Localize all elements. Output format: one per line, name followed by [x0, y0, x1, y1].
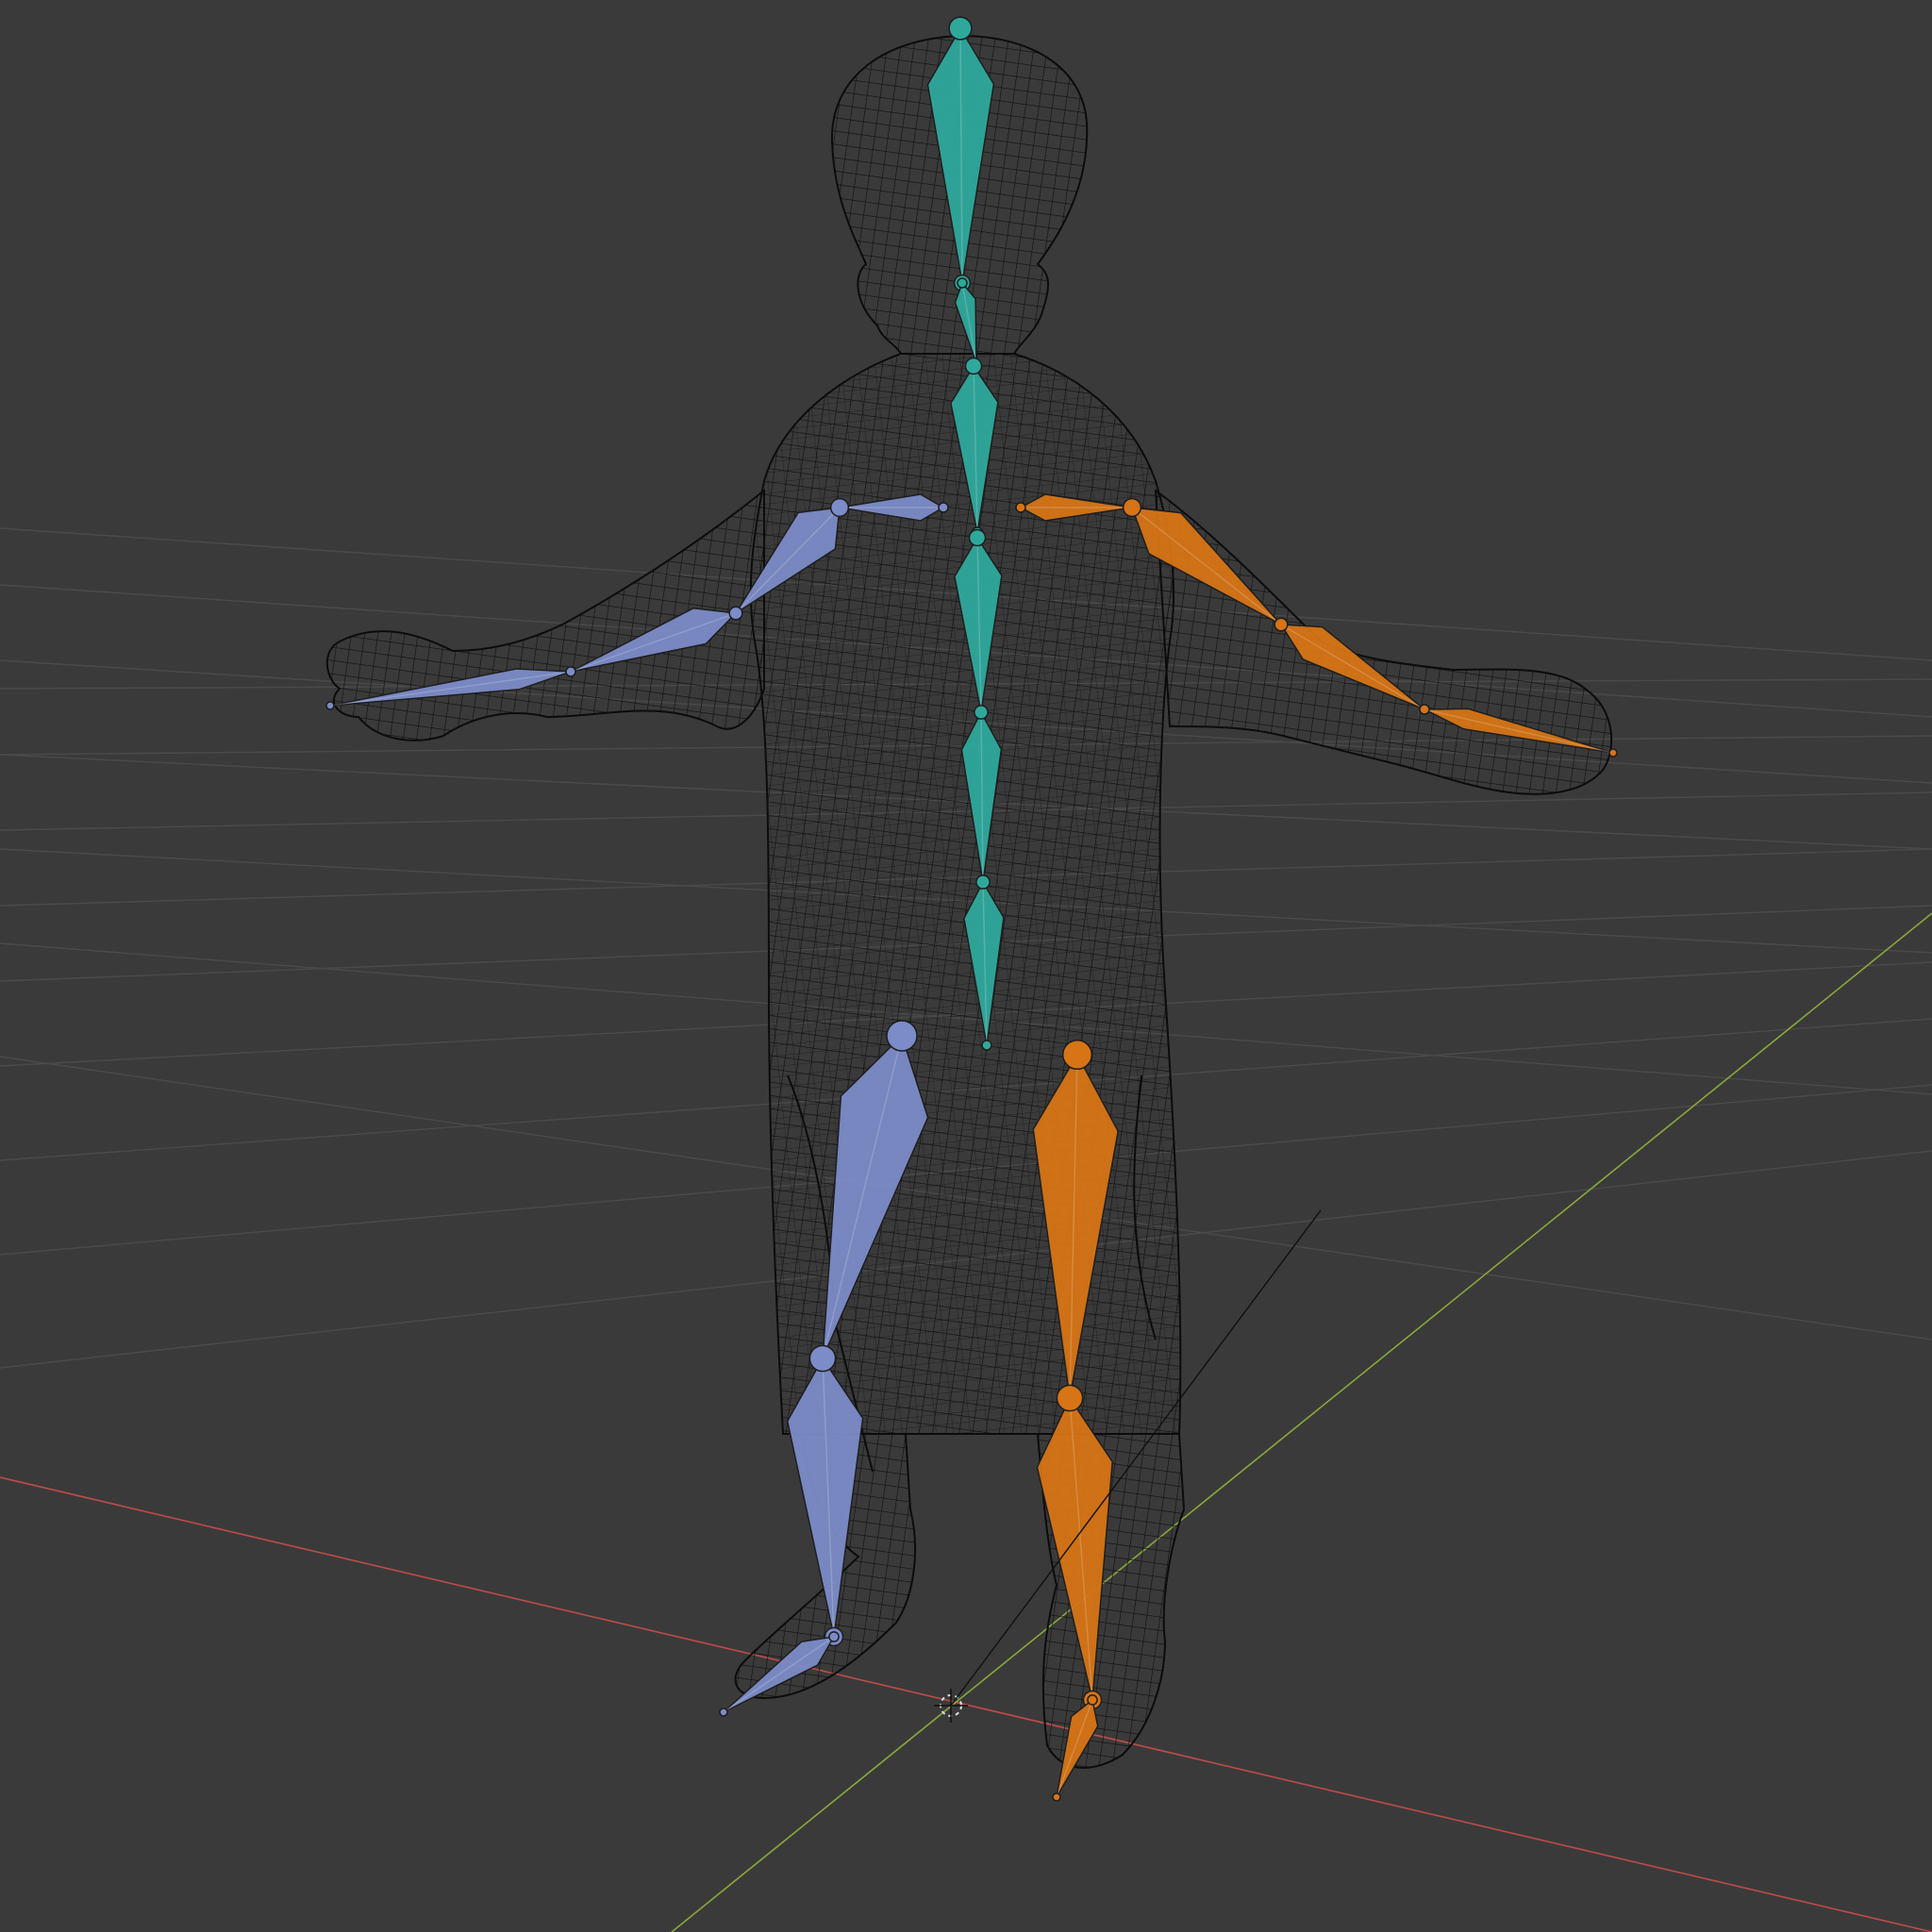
- bone-head-joint[interactable]: [808, 1344, 837, 1373]
- viewport-scene[interactable]: [0, 0, 1932, 1932]
- bone-head-joint[interactable]: [975, 874, 991, 890]
- bone-head-joint[interactable]: [886, 1020, 918, 1052]
- bone-head-joint[interactable]: [728, 606, 743, 621]
- bone-tail-joint[interactable]: [981, 1040, 992, 1051]
- bone-head-joint[interactable]: [964, 357, 983, 375]
- bone-head-joint[interactable]: [957, 277, 968, 289]
- bone-head-joint[interactable]: [948, 16, 973, 41]
- x-axis-line: [0, 1476, 1932, 1932]
- bone-head-joint[interactable]: [828, 1631, 840, 1642]
- bone-head-joint[interactable]: [829, 497, 850, 518]
- bone-head-joint[interactable]: [1087, 1694, 1098, 1706]
- 3d-viewport[interactable]: [0, 0, 1932, 1932]
- bone-head-joint[interactable]: [1061, 1039, 1093, 1071]
- bone-head-joint[interactable]: [1274, 617, 1289, 632]
- mesh-right-arm: [1154, 488, 1613, 795]
- bone-head-joint[interactable]: [1056, 1384, 1084, 1412]
- bone-tail-joint[interactable]: [719, 1707, 728, 1717]
- bone-head-joint[interactable]: [1015, 502, 1026, 513]
- bone-head-joint[interactable]: [1122, 497, 1142, 518]
- bone-head-joint[interactable]: [968, 528, 987, 547]
- bone-head-joint[interactable]: [938, 502, 949, 513]
- bone-tail-joint[interactable]: [325, 701, 335, 710]
- bone-head-joint[interactable]: [974, 705, 989, 720]
- bone-tail-joint[interactable]: [1052, 1792, 1061, 1802]
- bone-head-joint[interactable]: [565, 666, 576, 677]
- bone-head-joint[interactable]: [1419, 704, 1430, 715]
- bone-tail-joint[interactable]: [1608, 748, 1618, 758]
